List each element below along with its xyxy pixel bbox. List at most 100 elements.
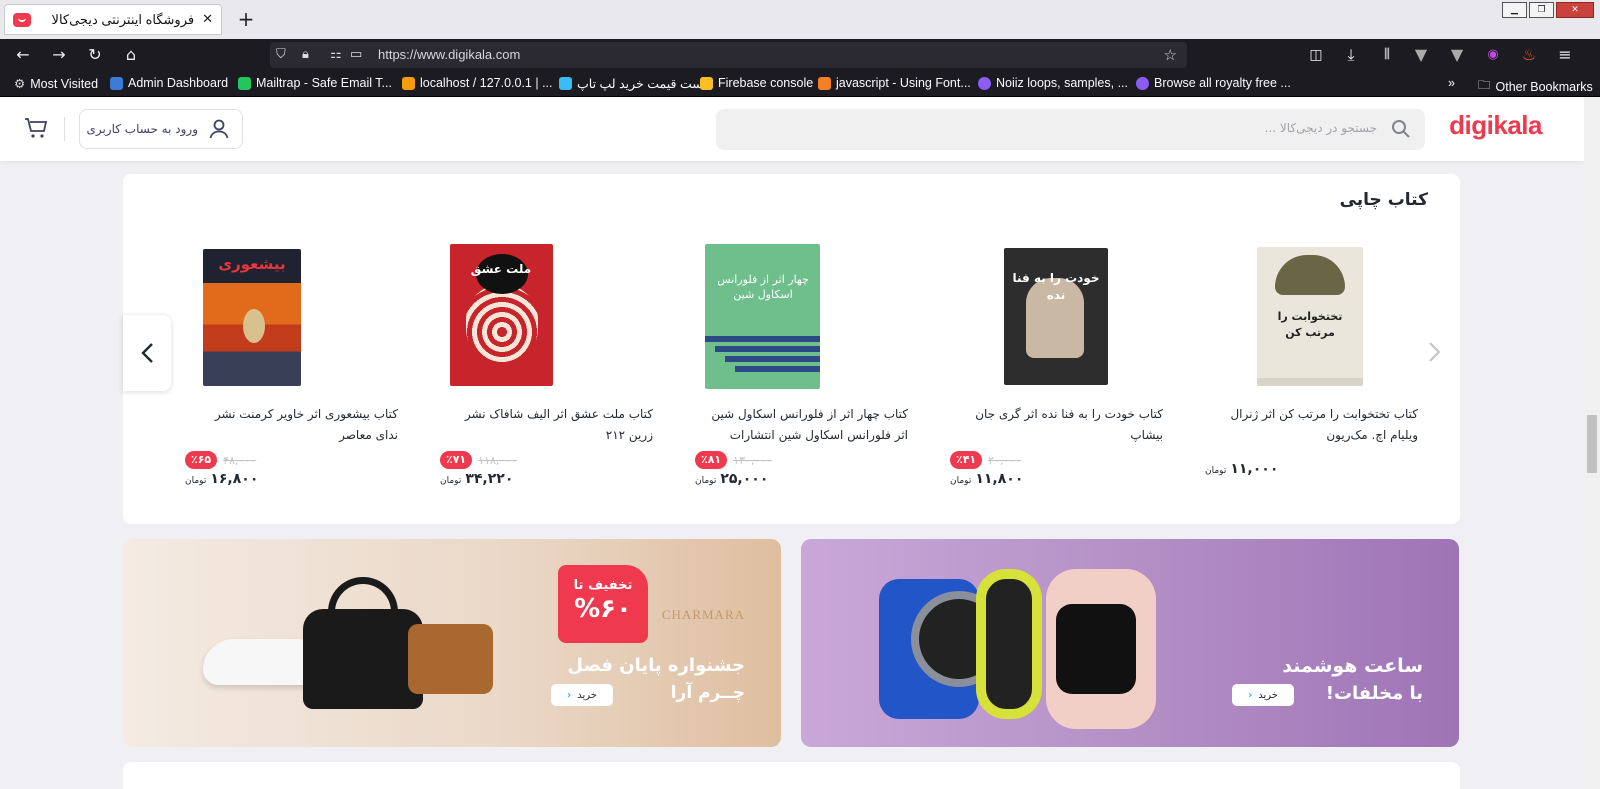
scrollbar-thumb[interactable] [1587, 415, 1597, 473]
maximize-button[interactable]: ❐ [1529, 2, 1554, 18]
shield-icon[interactable]: ⛉ [276, 44, 286, 66]
product-card[interactable]: ملت عشق کتاب ملت عشق اثر الیف شافاک نشر ز… [416, 174, 671, 524]
bookmark-stackoverflow[interactable]: javascript - Using Font... [818, 76, 971, 90]
site-header: digikala جستجو در دیجی‌کالا ... ورود به … [0, 97, 1584, 161]
login-button[interactable]: ورود به حساب کاربری [79, 109, 243, 149]
product-card[interactable]: بیشعوری کتاب بیشعوری اثر خاویر کرمنت نشر… [161, 174, 416, 524]
bookmark-favicon-icon [238, 76, 251, 90]
extension-v-icon[interactable]: ▼ [1410, 44, 1432, 66]
price-row: ٪۶۵ ۴۸,۰۰۰ [185, 451, 256, 469]
home-icon[interactable]: ⌂ [120, 44, 142, 66]
reload-icon[interactable]: ↻ [84, 44, 106, 66]
url-text[interactable]: https://www.digikala.com [378, 47, 520, 62]
permissions-icon[interactable]: ⚏ [330, 44, 342, 66]
search-input[interactable]: جستجو در دیجی‌کالا ... [716, 109, 1425, 150]
banner-subtitle: چــرم آرا [670, 683, 745, 703]
extension-v2-icon[interactable]: ▼ [1446, 44, 1468, 66]
bookmark-mailtrap[interactable]: Mailtrap - Safe Email T... [238, 76, 392, 90]
address-bar[interactable]: ⛉ 🔒︎ ⚏ ▭ https://www.digikala.com ☆ [270, 42, 1187, 68]
chevron-left-icon: ‹ [567, 689, 572, 701]
bookmark-favicon-icon [402, 76, 415, 90]
digikala-favicon-icon [13, 12, 31, 27]
discount-badge: ٪۶۵ [185, 451, 218, 469]
user-icon [209, 119, 229, 139]
forward-icon[interactable]: → [48, 44, 70, 66]
discount-badge: تخفیف تا %۶۰ [558, 565, 648, 643]
chevron-left-icon [141, 343, 153, 363]
book-cover-image: چهار اثر از فلورانس اسکاول شین [705, 244, 820, 389]
bookmarks-toolbar: ⚙ Most Visited Admin Dashboard Mailtrap -… [0, 71, 1600, 97]
bookmark-favicon-icon [1136, 76, 1149, 90]
buy-button[interactable]: خرید ‹ [1232, 684, 1294, 706]
tab-close-icon[interactable]: ✕ [202, 12, 213, 27]
gear-icon: ⚙ [14, 77, 26, 91]
search-icon [1392, 120, 1410, 138]
page-viewport: digikala جستجو در دیجی‌کالا ... ورود به … [0, 97, 1584, 789]
back-icon[interactable]: ← [12, 44, 34, 66]
bookmark-firebase[interactable]: Firebase console [700, 76, 813, 90]
price-row: ٪۸۱ ۱۳۰,۰۰۰ [695, 451, 772, 469]
close-window-button[interactable]: ✕ [1556, 2, 1594, 18]
wallet-image [408, 624, 493, 694]
menu-icon[interactable]: ≡ [1554, 44, 1576, 66]
header-divider [64, 117, 65, 141]
product-card[interactable]: تختخوابت را مرتب کن کتاب تختخوابت را مرت… [1181, 174, 1436, 524]
bookmark-favicon-icon [700, 76, 713, 90]
library-icon[interactable]: ⫼ [1376, 44, 1398, 66]
cart-icon[interactable] [24, 117, 48, 139]
banner-leather-sale[interactable]: تخفیف تا %۶۰ CHARMARA جشنواره پایان فصل … [123, 539, 781, 747]
bookmark-localhost[interactable]: localhost / 127.0.0.1 | ... [402, 76, 553, 90]
bookmark-favicon-icon [978, 76, 991, 90]
discount-badge: ٪۷۱ [440, 451, 473, 469]
price-row: ٪۷۱ ۱۱۸,۰۰۰ [440, 451, 517, 469]
extension-fire-icon[interactable]: ♨ [1518, 44, 1540, 66]
next-section-card [123, 762, 1460, 789]
downloads-icon[interactable]: ⤓ [1340, 44, 1362, 66]
bookmark-favicon-icon [818, 76, 831, 90]
book-cover-image: خودت را به فنا نده [1004, 248, 1108, 385]
band-image [976, 569, 1042, 719]
window-controls: ▁ ❐ ✕ [1502, 2, 1594, 18]
tab-title: فروشگاه اینترنتی دیجی‌کالا [51, 11, 195, 27]
bookmark-laptop-prices[interactable]: لیست قیمت خرید لپ تاپ [559, 76, 711, 91]
page-scrollbar[interactable] [1584, 97, 1600, 789]
banner-title: جشنواره پایان فصل [567, 655, 745, 676]
lock-icon[interactable]: 🔒︎ [302, 44, 309, 66]
discount-badge: ٪۸۱ [695, 451, 728, 469]
banner-subtitle: با مخلفات! [1325, 683, 1423, 704]
folder-icon: 🗀 [1478, 78, 1491, 92]
other-bookmarks[interactable]: 🗀 Other Bookmarks [1478, 76, 1593, 97]
shoe-image [203, 639, 313, 685]
buy-button[interactable]: خرید ‹ [551, 684, 613, 706]
product-title: کتاب تختخوابت را مرتب کن اثر ژنرال ویلیام… [1230, 407, 1418, 442]
bag-handle [328, 577, 398, 627]
discount-badge: ٪۴۱ [950, 451, 983, 469]
pocket-icon[interactable]: ◫ [1305, 44, 1327, 66]
login-label: ورود به حساب کاربری [86, 122, 198, 136]
browser-tab-active[interactable]: فروشگاه اینترنتی دیجی‌کالا ✕ [4, 4, 222, 35]
digikala-logo[interactable]: digikala [1449, 110, 1542, 141]
chevron-right-icon [1429, 342, 1441, 362]
bookmark-most-visited[interactable]: ⚙ Most Visited [14, 76, 98, 92]
minimize-button[interactable]: ▁ [1502, 2, 1527, 18]
bookmark-admin-dashboard[interactable]: Admin Dashboard [110, 76, 228, 90]
product-card[interactable]: چهار اثر از فلورانس اسکاول شین کتاب چهار… [671, 174, 926, 524]
carousel-prev-button[interactable] [123, 315, 171, 391]
bookmarks-overflow-icon[interactable]: » [1448, 76, 1455, 90]
new-tab-button[interactable]: + [234, 6, 258, 32]
bookmark-favicon-icon [110, 76, 123, 90]
camera-blocked-icon[interactable]: ▭ [350, 44, 362, 66]
chevron-left-icon: ‹ [1248, 689, 1253, 701]
extension-radio-icon[interactable]: ◉ [1482, 44, 1504, 66]
watch-pink-face [1056, 604, 1136, 694]
browser-titlebar: فروشگاه اینترنتی دیجی‌کالا ✕ + ▁ ❐ ✕ [0, 0, 1600, 39]
bookmark-browse-royalty[interactable]: Browse all royalty free ... [1136, 76, 1291, 90]
bookmark-noiiz[interactable]: Noiiz loops, samples, ... [978, 76, 1128, 90]
banner-smart-watch[interactable]: ساعت هوشمند با مخلفات! خرید ‹ [801, 539, 1459, 747]
bookmark-star-icon[interactable]: ☆ [1164, 44, 1177, 66]
browser-navbar: ← → ↻ ⌂ ⛉ 🔒︎ ⚏ ▭ https://www.digikala.co… [0, 39, 1600, 71]
product-title: کتاب ملت عشق اثر الیف شافاک نشر زرین ۲۱۲ [464, 407, 653, 442]
carousel-next-button[interactable] [1424, 334, 1446, 370]
price-row: تومان ۱۱,۰۰۰ [1205, 461, 1279, 477]
product-card[interactable]: خودت را به فنا نده کتاب خودت را به فنا ن… [926, 174, 1181, 524]
